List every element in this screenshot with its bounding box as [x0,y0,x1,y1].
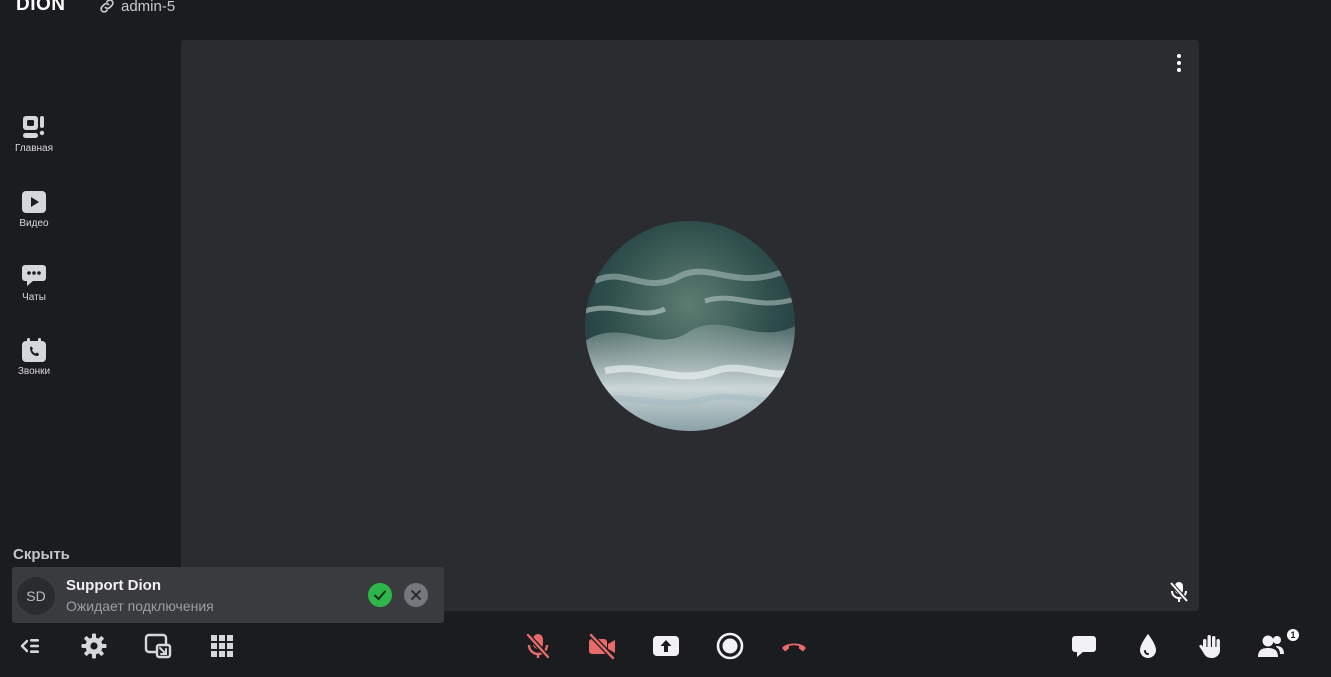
share-screen-button[interactable] [650,630,682,662]
participants-button[interactable] [1255,630,1287,662]
chat-button[interactable] [1068,630,1100,662]
picture-in-picture-button[interactable] [142,630,174,662]
close-icon [411,590,421,600]
record-button[interactable] [714,630,746,662]
camera-off-icon [589,633,615,660]
avatar: SD [17,577,55,615]
grid-icon [211,635,233,657]
sidebar-label-chats: Чаты [22,292,46,303]
video-stage [181,40,1199,611]
sidebar-label-video: Видео [19,218,49,229]
calendar-call-icon [22,338,46,362]
drop-icon [1140,634,1156,658]
dion-logo[interactable]: DION [16,0,66,16]
more-options-icon[interactable] [1173,52,1185,74]
collapse-sidebar-button[interactable] [14,630,46,662]
participant-name: Support Dion [66,577,161,594]
participant-status: Ожидает подключения [66,598,214,614]
gear-icon [81,633,107,659]
participant-waiting-notification: SD Support Dion Ожидает подключения [12,567,444,623]
record-icon [716,632,744,660]
accept-button[interactable] [368,583,392,607]
link-icon [100,0,114,13]
sidebar-label-calls: Звонки [17,366,51,377]
reactions-button[interactable] [1132,630,1164,662]
end-call-button[interactable] [778,630,810,662]
chat-bubble-icon [22,265,46,286]
collapse-menu-icon [20,639,39,653]
check-icon [374,590,386,601]
microphone-muted-icon [1169,581,1189,603]
video-play-icon [22,191,46,213]
settings-button[interactable] [78,630,110,662]
home-camera-icon [23,116,45,138]
reject-button[interactable] [404,583,428,607]
sidebar-item-home[interactable]: Главная [0,114,68,154]
hang-up-icon [782,643,806,652]
room-link[interactable]: admin-5 [98,0,175,15]
chat-bubble-icon [1072,636,1096,657]
participant-avatar [585,221,795,431]
raise-hand-button[interactable] [1195,630,1227,662]
layout-grid-button[interactable] [206,630,238,662]
toggle-camera-button[interactable] [586,630,618,662]
sidebar-item-chats[interactable]: Чаты [0,263,68,303]
sidebar-label-home: Главная [14,143,54,154]
raise-hand-icon [1199,635,1220,658]
sidebar-item-video[interactable]: Видео [0,189,68,229]
microphone-muted-icon [526,633,550,659]
toggle-microphone-button[interactable] [522,630,554,662]
sidebar-item-calls[interactable]: Звонки [0,337,68,377]
screen-share-icon [653,636,679,656]
picture-in-picture-icon [144,633,172,659]
participants-count-badge: 1 [1287,629,1299,641]
hide-button[interactable]: Скрыть [13,546,70,563]
participants-icon [1258,635,1284,657]
room-name: admin-5 [121,0,176,15]
